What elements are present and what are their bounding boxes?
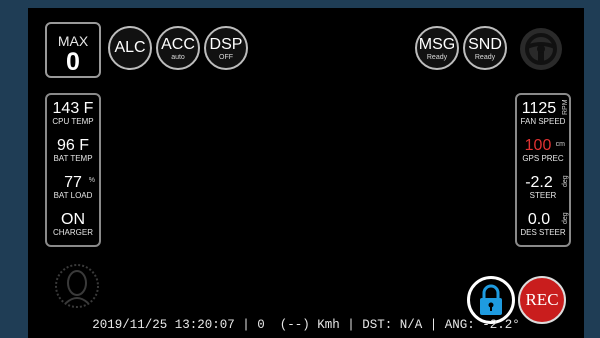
cpu-temp-label: CPU TEMP xyxy=(52,117,94,126)
steer-stat: -2.2 deg STEER xyxy=(517,169,569,206)
snd-button[interactable]: SND Ready xyxy=(463,26,507,70)
dashboard-screen: MAX 0 ALC ACC auto DSP OFF MSG Ready SND… xyxy=(28,8,584,338)
snd-button-label: SND xyxy=(468,36,502,53)
snd-button-status: Ready xyxy=(474,54,496,61)
fan-speed-unit: RPM xyxy=(562,99,569,115)
fan-speed-stat: 1125 RPM FAN SPEED xyxy=(517,95,569,132)
gps-prec-label: GPS PREC xyxy=(522,154,564,163)
max-speed-label: MAX xyxy=(57,33,89,49)
charger-stat: ON CHARGER xyxy=(47,206,99,243)
steer-unit: deg xyxy=(562,175,569,187)
alc-button[interactable]: ALC xyxy=(108,26,152,70)
dsp-button[interactable]: DSP OFF xyxy=(204,26,248,70)
bat-load-stat: 77 % BAT LOAD xyxy=(47,169,99,206)
acc-button-status: auto xyxy=(171,54,185,61)
msg-button-label: MSG xyxy=(418,36,456,53)
acc-button[interactable]: ACC auto xyxy=(156,26,200,70)
bat-load-unit: % xyxy=(88,177,95,184)
alc-button-label: ALC xyxy=(114,39,146,56)
charger-label: CHARGER xyxy=(52,228,93,237)
dsp-button-status: OFF xyxy=(219,54,233,61)
driver-monitor-icon[interactable] xyxy=(54,263,100,309)
msg-button[interactable]: MSG Ready xyxy=(415,26,459,70)
bat-temp-stat: 96 F BAT TEMP xyxy=(47,132,99,169)
dsp-button-label: DSP xyxy=(209,36,243,53)
status-line: 2019/11/25 13:20:07 | 0 (--) Kmh | DST: … xyxy=(92,318,520,332)
gps-prec-unit: cm xyxy=(555,141,565,148)
acc-button-label: ACC xyxy=(161,36,195,53)
bat-load-label: BAT LOAD xyxy=(53,191,93,200)
bat-temp-label: BAT TEMP xyxy=(53,154,93,163)
lock-icon xyxy=(480,284,502,315)
rec-button[interactable]: REC xyxy=(518,276,566,324)
msg-button-status: Ready xyxy=(426,54,448,61)
bat-temp-value: 96 F xyxy=(56,137,89,154)
des-steer-unit: deg xyxy=(562,212,569,224)
steering-wheel-icon[interactable] xyxy=(518,26,564,72)
fan-speed-label: FAN SPEED xyxy=(520,117,566,126)
des-steer-stat: 0.0 deg DES STEER xyxy=(517,206,569,243)
max-speed-box[interactable]: MAX 0 xyxy=(45,22,101,78)
lock-button[interactable] xyxy=(467,276,515,324)
right-telemetry-panel: 1125 RPM FAN SPEED 100 cm GPS PREC -2.2 … xyxy=(515,93,571,247)
gps-prec-stat: 100 cm GPS PREC xyxy=(517,132,569,169)
steer-label: STEER xyxy=(529,191,557,200)
charger-value: ON xyxy=(61,211,85,228)
des-steer-label: DES STEER xyxy=(520,228,566,237)
cpu-temp-stat: 143 F CPU TEMP xyxy=(47,95,99,132)
left-telemetry-panel: 143 F CPU TEMP 96 F BAT TEMP 77 % BAT LO… xyxy=(45,93,101,247)
cpu-temp-value: 143 F xyxy=(52,100,94,117)
max-speed-value: 0 xyxy=(66,48,80,76)
